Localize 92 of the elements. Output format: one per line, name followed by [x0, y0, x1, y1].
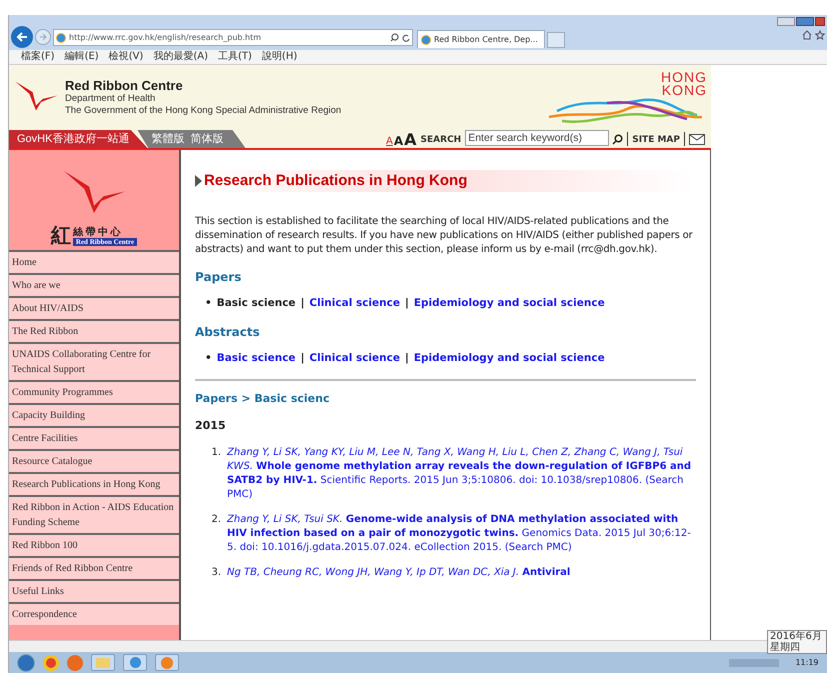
govhk-link[interactable]: GovHK香港政府一站通: [9, 130, 148, 148]
category-link[interactable]: Basic science: [216, 350, 296, 366]
star-icon[interactable]: [815, 30, 825, 40]
sidebar-item[interactable]: Resource Catalogue: [9, 449, 179, 472]
list-number: 1.: [210, 446, 221, 460]
bullet: •: [205, 350, 212, 366]
brand-text: HONG: [661, 70, 707, 84]
title-text: Research Publications in Hong Kong: [204, 170, 468, 191]
refresh-icon[interactable]: [402, 34, 410, 42]
intro-paragraph: This section is established to facilitate the searching of local HIV/AIDS-related publications and the dissemination of research results. If you have new publications on HIV/AIDS (either published papers or abstracts) and want to put them under this section, please inform us by e-mail (rrc@dh.gov.hk).: [195, 215, 694, 257]
breadcrumb: Papers > Basic scienc: [195, 390, 330, 406]
tab-title: Red Ribbon Centre, Dep...: [434, 34, 538, 46]
start-icon[interactable]: [17, 654, 35, 672]
menu-item[interactable]: 工具(T): [218, 52, 252, 62]
year-heading: 2015: [195, 418, 227, 434]
language-link[interactable]: 简体版: [190, 130, 224, 148]
internet-icon[interactable]: [123, 654, 147, 671]
browser-fox-icon[interactable]: [67, 654, 83, 670]
close-button[interactable]: [815, 17, 825, 26]
sidebar-item[interactable]: Friends of Red Ribbon Centre: [9, 556, 179, 579]
publication-entry[interactable]: Zhang Y, Li SK, Yang KY, Liu M, Lee N, Tang X, Wang H, Liu L, Chen Z, Zhang C, Wang J, Tsui KWS. Whole genome methylation array reveals the down-regulation of IGFBP6 and SATB2 by HIV-1. Scientific Reports. 2015 Jun 3;5:10806. doi: 10.1038/srep10806. (Search PMC): [227, 446, 696, 502]
forward-button[interactable]: [35, 29, 51, 45]
globe-icon: [421, 34, 431, 44]
sidebar-item[interactable]: Useful Links: [9, 579, 179, 602]
sidebar-item[interactable]: Red Ribbon 100: [9, 533, 179, 556]
category-link[interactable]: Epidemiology and social science: [414, 296, 605, 312]
folder-icon[interactable]: [91, 654, 115, 671]
browser-round-icon[interactable]: [43, 654, 59, 670]
sidebar-item[interactable]: UNAIDS Collaborating Centre for Technical Support: [9, 342, 179, 380]
category-link[interactable]: Clinical science: [309, 350, 400, 366]
new-tab-button[interactable]: [547, 32, 565, 48]
maximize-button[interactable]: [796, 17, 814, 26]
sidebar-item[interactable]: Research Publications in Hong Kong: [9, 472, 179, 495]
category-link[interactable]: Basic science: [216, 296, 296, 312]
section-heading: Papers: [195, 269, 242, 286]
category-link[interactable]: Epidemiology and social science: [414, 350, 605, 366]
sidebar-item[interactable]: Correspondence: [9, 602, 179, 625]
back-arrow-icon: [16, 31, 28, 43]
menu-item[interactable]: 編輯(E): [64, 52, 99, 62]
mail-icon[interactable]: [689, 134, 705, 145]
triangle-icon: [195, 175, 202, 187]
sidebar-item[interactable]: The Red Ribbon: [9, 319, 179, 342]
minimize-button[interactable]: [777, 17, 795, 26]
sitemap-link[interactable]: SITE MAP: [632, 134, 680, 147]
sidebar-item[interactable]: Centre Facilities: [9, 426, 179, 449]
sidebar-item[interactable]: Capacity Building: [9, 403, 179, 426]
sidebar-item[interactable]: Who are we: [9, 273, 179, 296]
logo-character: 紅: [50, 226, 71, 246]
sidebar-item[interactable]: Community Programmes: [9, 380, 179, 403]
clock[interactable]: 11:19: [787, 656, 827, 668]
search-icon[interactable]: [612, 134, 624, 145]
globe-icon: [56, 32, 66, 42]
address-field[interactable]: http://www.rrc.gov.hk/english/research_pub.htm: [53, 29, 413, 46]
department-text: Department of Health: [65, 93, 156, 105]
tooltip-text: 星期四: [770, 642, 801, 653]
back-button[interactable]: [11, 26, 33, 48]
sidebar-item[interactable]: About HIV/AIDS: [9, 296, 179, 319]
search-icon[interactable]: [390, 33, 399, 42]
forward-arrow-icon: [39, 33, 47, 41]
separator: |: [404, 296, 409, 311]
brand-text: KONG: [662, 84, 707, 96]
font-size-link[interactable]: A: [394, 135, 404, 147]
language-link[interactable]: 繁體版: [151, 130, 184, 148]
publication-entry[interactable]: Zhang Y, Li SK, Tsui SK. Genome-wide analysis of DNA methylation associated with HIV infection based on a pair of monozygotic twins. Genomics Data. 2015 Jul 30;6:12-5. doi: 10.1016/j.gdata.2015.07.024. eCollection 2015. (Search PMC): [227, 512, 696, 554]
menu-item[interactable]: 我的最愛(A): [153, 52, 208, 62]
tooltip-text: 2016年6月: [770, 631, 823, 642]
browser-tab[interactable]: Red Ribbon Centre, Dep...: [417, 30, 545, 48]
logo-chinese-text: 絲 帶 中 心: [72, 227, 122, 238]
section-heading: Abstracts: [195, 324, 261, 341]
separator: |: [300, 296, 304, 311]
font-size-link[interactable]: A: [386, 136, 393, 147]
sidebar-item[interactable]: Red Ribbon in Action - AIDS Education Funding Scheme: [9, 495, 179, 533]
list-number: 2.: [210, 512, 221, 526]
menu-item[interactable]: 檔案(F): [21, 52, 55, 62]
address-text: http://www.rrc.gov.hk/english/research_pub.htm: [69, 32, 262, 44]
menu-item[interactable]: 檢視(V): [108, 52, 144, 62]
home-icon[interactable]: [802, 30, 812, 40]
publication-entry[interactable]: Ng TB, Cheung RC, Wong JH, Wang Y, Ip DT, Wan DC, Xia J. Antiviral: [227, 566, 570, 580]
separator: |: [300, 350, 304, 366]
category-link[interactable]: Clinical science: [309, 296, 400, 312]
menu-item[interactable]: 說明(H): [262, 52, 298, 62]
bullet: •: [205, 296, 212, 311]
tray-icons[interactable]: [729, 658, 779, 666]
government-text: The Government of the Hong Kong Special Administrative Region: [65, 105, 342, 117]
search-field[interactable]: Enter search keyword(s): [465, 130, 610, 146]
font-size-link[interactable]: A: [404, 132, 417, 147]
separator: |: [404, 350, 409, 366]
search-label: SEARCH: [420, 134, 462, 146]
app-icon[interactable]: [155, 654, 179, 671]
site-title: Red Ribbon Centre: [65, 78, 184, 93]
sidebar-item[interactable]: Home: [9, 250, 179, 273]
list-number: 3.: [210, 566, 221, 580]
